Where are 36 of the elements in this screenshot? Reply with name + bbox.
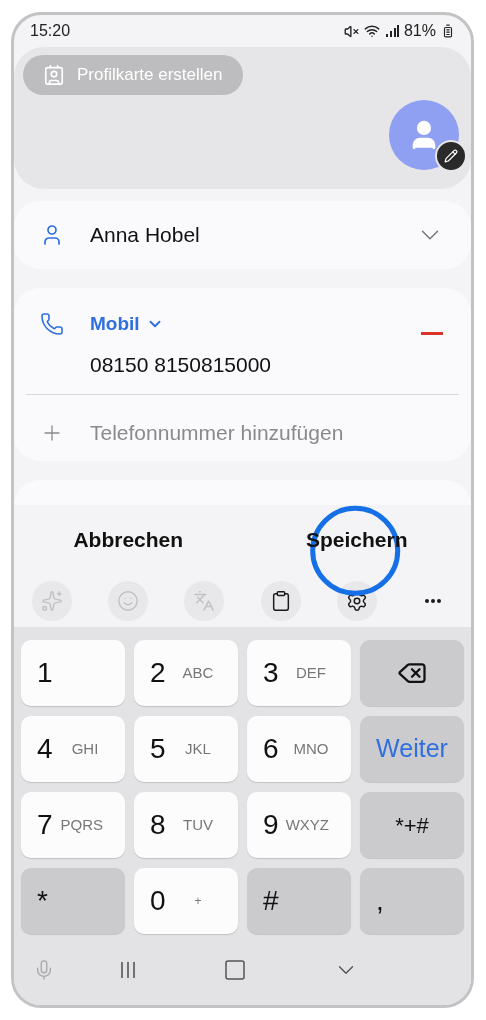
contact-card-icon	[43, 64, 65, 86]
phone-number-field[interactable]: 08150 8150815000	[90, 348, 421, 380]
phone-icon	[40, 312, 64, 336]
key[interactable]: 8 TUV	[134, 792, 238, 858]
key[interactable]: 0 +	[134, 868, 238, 934]
edit-icon	[444, 149, 458, 163]
battery-icon	[441, 24, 455, 38]
emoji-icon	[117, 590, 140, 612]
toolbar-button[interactable]	[336, 581, 377, 621]
translate-icon	[193, 590, 216, 612]
key[interactable]: 4 GHI	[21, 716, 125, 782]
key[interactable]: *+#	[360, 792, 464, 858]
key[interactable]: ,	[360, 868, 464, 934]
key[interactable]: 9 WXYZ	[247, 792, 351, 858]
home-icon[interactable]	[223, 957, 248, 982]
key[interactable]: 2 ABC	[134, 640, 238, 706]
key[interactable]: 6 MNO	[247, 716, 351, 782]
cancel-button[interactable]: Abbrechen	[73, 524, 184, 556]
status-time: 15:20	[30, 21, 71, 41]
key[interactable]: 3 DEF	[247, 640, 351, 706]
signal-icon	[384, 25, 399, 37]
battery-percent: 81%	[403, 21, 436, 41]
edit-badge[interactable]	[435, 140, 467, 172]
mute-icon	[343, 23, 359, 39]
more-icon	[424, 599, 441, 603]
key[interactable]: *	[21, 868, 125, 934]
toolbar-button[interactable]	[260, 581, 301, 621]
name-field[interactable]: Anna Hobel	[90, 219, 415, 251]
key[interactable]: #	[247, 868, 351, 934]
key[interactable]: 7 PQRS	[21, 792, 125, 858]
backspace-key[interactable]	[360, 640, 464, 706]
phone-type-dropdown[interactable]: Mobil	[90, 310, 164, 339]
sparkle-icon	[41, 590, 63, 612]
key[interactable]: 5 JKL	[134, 716, 238, 782]
key[interactable]: 1	[21, 640, 125, 706]
wifi-icon	[363, 23, 380, 39]
